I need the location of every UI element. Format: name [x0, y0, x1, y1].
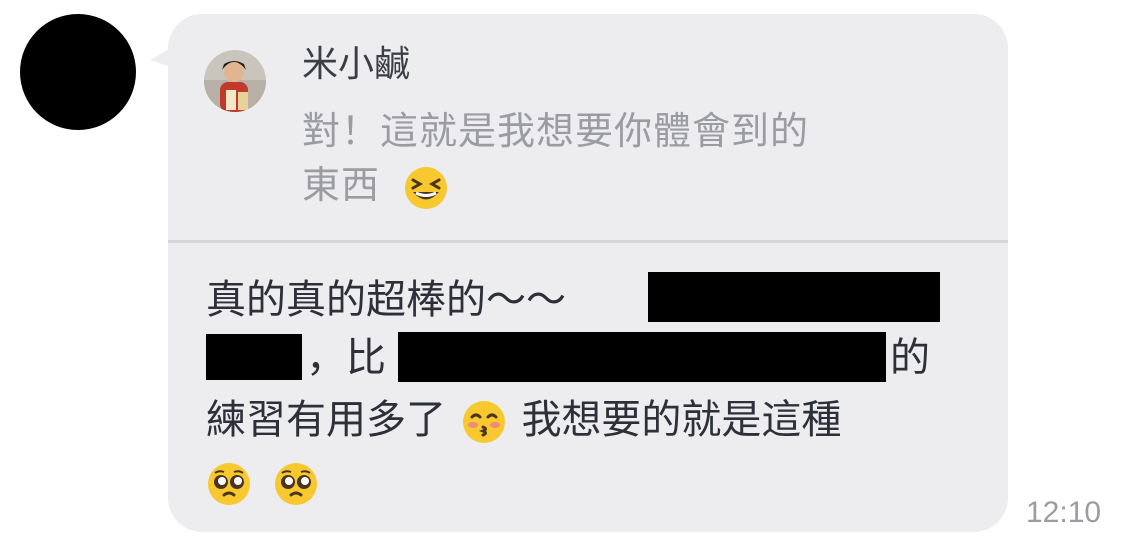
chat-view: 米小鹹 對！這就是我想要你體會到的 東西 真的真的超棒的～～ ，比 的 練習有用…	[0, 0, 1130, 546]
reply-line-3-b-text: 我想要的就是這種	[521, 397, 842, 443]
reply-line-1-text: 真的真的超棒的～～	[206, 277, 566, 323]
quoted-author-avatar	[204, 50, 266, 112]
message-timestamp: 12:10	[1026, 496, 1102, 529]
quote-divider	[168, 240, 1008, 243]
quoted-message-text: 對！這就是我想要你體會到的 東西	[302, 104, 942, 212]
quoted-text-line-1: 對！這就是我想要你體會到的	[302, 109, 810, 153]
reply-line-3: 練習有用多了 我想要的就是這種	[206, 390, 841, 450]
redacted-block	[206, 334, 302, 380]
grinning-squinting-face-icon	[403, 165, 449, 211]
kissing-face-icon	[461, 399, 507, 445]
reply-line-3-a-text: 練習有用多了	[206, 397, 446, 443]
sender-avatar[interactable]	[20, 14, 136, 130]
reply-line-2-b: 的	[890, 328, 930, 388]
redacted-block	[648, 272, 940, 322]
quoted-author-name: 米小鹹	[302, 44, 411, 85]
pleading-face-icon	[273, 461, 319, 507]
reply-line-2-a-text: ，比	[306, 335, 386, 381]
reply-line-2-b-text: 的	[890, 335, 930, 381]
quoted-text-line-2: 東西	[302, 158, 942, 212]
reply-line-2-a: ，比	[306, 328, 386, 388]
reply-line-1: 真的真的超棒的～～	[206, 270, 566, 330]
redacted-block	[398, 332, 886, 382]
reply-line-4	[206, 452, 319, 512]
quoted-text-line-2-text: 東西	[302, 163, 381, 207]
pleading-face-icon	[206, 461, 252, 507]
